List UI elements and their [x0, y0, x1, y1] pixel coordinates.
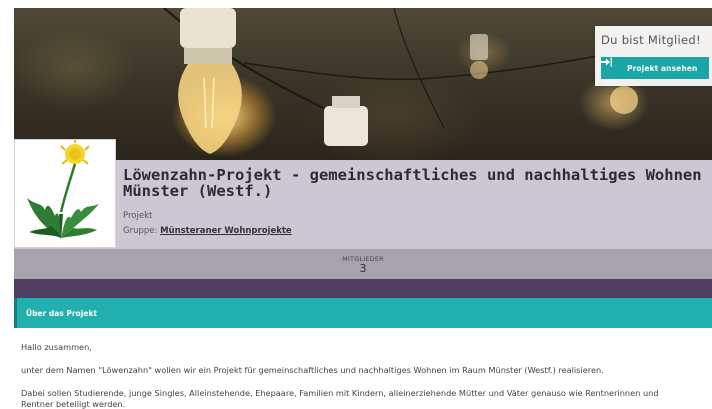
- members-stat: MITGLIEDER 3: [14, 249, 712, 279]
- about-paragraph: Hallo zusammen,: [21, 342, 92, 352]
- project-page: Du bist Mitglied! Projekt ansehen Löwenz…: [14, 8, 712, 409]
- project-group: Gruppe: Münsteraner Wohnprojekte: [123, 226, 292, 236]
- about-section-header: Über das Projekt: [14, 298, 712, 328]
- page-title-line-1: Löwenzahn-Projekt - gemeinschaftliches u…: [123, 166, 712, 184]
- page-title: Löwenzahn-Projekt - gemeinschaftliches u…: [123, 167, 712, 199]
- group-prefix: Gruppe:: [123, 226, 158, 236]
- group-link[interactable]: Münsteraner Wohnprojekte: [160, 226, 292, 236]
- page-title-line-2: Münster (Westf.): [123, 182, 273, 200]
- view-project-button[interactable]: Projekt ansehen: [601, 57, 709, 79]
- sign-in-icon: [601, 57, 627, 79]
- project-header: Löwenzahn-Projekt - gemeinschaftliches u…: [14, 160, 712, 249]
- project-type: Projekt: [123, 211, 153, 221]
- about-paragraph: Dabei sollen Studierende, junge Singles,…: [21, 388, 659, 398]
- about-paragraph: unter dem Namen "Löwenzahn" wollen wir e…: [21, 365, 604, 375]
- view-project-label: Projekt ansehen: [627, 63, 698, 73]
- project-logo: [14, 139, 116, 248]
- about-paragraph: Rentner beteiligt werden.: [21, 399, 126, 409]
- about-section-title: Über das Projekt: [26, 309, 97, 318]
- membership-status: Du bist Mitglied!: [601, 33, 701, 47]
- members-count: 3: [359, 262, 367, 275]
- membership-panel: Du bist Mitglied! Projekt ansehen: [595, 26, 712, 86]
- hero-banner-image: Du bist Mitglied! Projekt ansehen: [14, 8, 712, 160]
- dandelion-icon: [27, 139, 99, 240]
- divider-bar: [14, 279, 712, 298]
